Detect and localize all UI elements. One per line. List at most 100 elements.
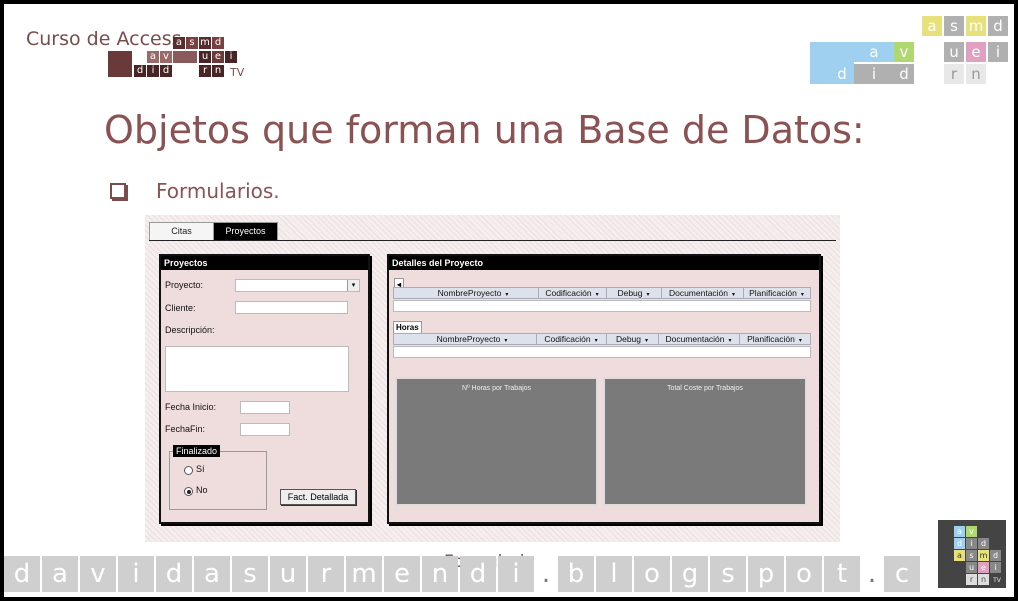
brand-tile: u [199,51,211,63]
dropdown-icon: ▾ [732,292,736,298]
column-header[interactable]: Debug ▾ [606,288,662,298]
url-char: v [80,556,116,592]
brand-tile: d [160,65,172,77]
url-char: c [884,556,920,592]
slide: Curso de Access a s m d a v u e i d i d … [4,4,1014,597]
blog-url-strip: d a v i d a s u r m e n d i . b l o g s … [4,556,939,592]
url-char: b [558,556,594,592]
url-char: s [232,556,268,592]
fecha-fin-field[interactable] [240,423,290,436]
url-char: o [634,556,670,592]
logo-tile: n [978,574,989,585]
finalizado-title: Finalizado [173,445,221,457]
grid-empty-row[interactable] [393,346,811,358]
chart-horas-por-trabajos: Nº Horas por Trabajos [395,377,598,506]
url-char: i [118,556,154,592]
fecha-inicio-label: Fecha Inicio: [165,402,217,412]
dropdown-icon: ▾ [595,292,599,298]
descripcion-label: Descripción: [165,325,215,335]
logo-tile: e [966,42,986,62]
url-char: a [194,556,230,592]
detalles-panel: Detalles del Proyecto ◂ NombreProyecto ▾ … [387,254,821,524]
detalles-panel-title: Detalles del Proyecto [389,256,819,270]
column-header[interactable]: Codificación ▾ [536,334,607,344]
column-label: Codificación [544,334,591,344]
logo-tile: i [990,562,1001,573]
logo-tile: s [966,550,977,561]
logo-tile: a [954,550,965,561]
column-label: Planificación [749,288,797,298]
column-label: NombreProyecto [436,334,501,344]
tab-citas[interactable]: Citas [149,222,214,241]
chart-coste-por-trabajos: Total Coste por Trabajos [603,377,807,506]
column-header[interactable]: Documentación ▾ [658,334,740,344]
brand-tile: e [212,51,224,63]
logo-tile: r [966,574,977,585]
dropdown-icon: ▾ [504,338,508,344]
brand-tile: v [160,51,172,63]
radio-si[interactable] [184,466,193,475]
column-header[interactable]: Debug ▾ [606,334,659,344]
column-label: NombreProyecto [437,288,502,298]
column-label: Documentación [665,334,725,344]
logo-tile: r [944,64,964,84]
brand-tile: s [186,37,198,49]
logo-tile: u [966,562,977,573]
tab-proyectos[interactable]: Proyectos [213,222,278,241]
grid-header-1: NombreProyecto ▾ Codificación ▾ Debug ▾ Doc… [393,287,811,299]
logo-tile: e [978,562,989,573]
brand-tile: d [212,37,224,49]
course-title: Curso de Access [26,28,182,50]
url-char: . [862,556,882,592]
grid-empty-row[interactable] [393,300,811,312]
form-screenshot: Citas Proyectos Proyectos Proyecto: ▾ Cl… [145,215,840,542]
grid-header-2: NombreProyecto ▾ Codificación ▾ Debug ▾ Doc… [393,333,811,345]
column-header[interactable]: Planificación ▾ [743,288,810,298]
brand-tile: a [147,51,159,63]
logo-tile: d [894,64,914,84]
fact-detallada-button[interactable]: Fact. Detallada [280,489,356,505]
cliente-field[interactable] [235,301,348,314]
fecha-fin-label: FechaFin: [165,424,206,434]
logo-tile: d [978,538,989,549]
column-header[interactable]: Codificación ▾ [538,288,607,298]
logo-tile: d [832,64,852,84]
logo-tile: m [966,16,986,36]
bullet-text: Formularios. [156,179,280,203]
dropdown-icon: ▾ [728,338,732,344]
cliente-label: Cliente: [165,303,196,313]
tv-label: TV [230,66,245,79]
bullet-checkbox-icon [110,183,126,199]
logo-tile: v [894,42,914,62]
dropdown-icon: ▾ [645,338,649,344]
column-header[interactable]: Documentación ▾ [661,288,744,298]
logo-tile: d [988,16,1008,36]
brand-tile: n [212,65,224,77]
dropdown-icon: ▾ [646,292,650,298]
fecha-inicio-field[interactable] [240,401,290,414]
dropdown-icon: ▾ [800,292,804,298]
logo-tile: a [922,16,942,36]
radio-no[interactable] [184,487,193,496]
column-label: Debug [617,288,643,298]
column-header[interactable]: NombreProyecto ▾ [408,288,539,298]
column-header[interactable]: NombreProyecto ▾ [408,334,537,344]
logo-tile: i [966,538,977,549]
brand-tile: i [225,51,237,63]
proyectos-panel-title: Proyectos [161,256,368,270]
chevron-down-icon[interactable]: ▾ [347,280,359,291]
descripcion-field[interactable] [165,346,349,392]
proyecto-combo[interactable]: ▾ [235,279,360,292]
url-char: g [672,556,708,592]
column-label: Planificación [747,334,795,344]
column-header[interactable]: Planificación ▾ [739,334,810,344]
dropdown-icon: ▾ [594,338,598,344]
dropdown-icon: ▾ [798,338,802,344]
logo-tile: i [988,42,1008,62]
slide-title: Objetos que forman una Base de Datos: [104,108,865,152]
logo-tile: v [966,526,977,537]
url-char: i [498,556,534,592]
logo-tile: a [954,526,965,537]
url-char: e [384,556,420,592]
url-char: u [270,556,306,592]
